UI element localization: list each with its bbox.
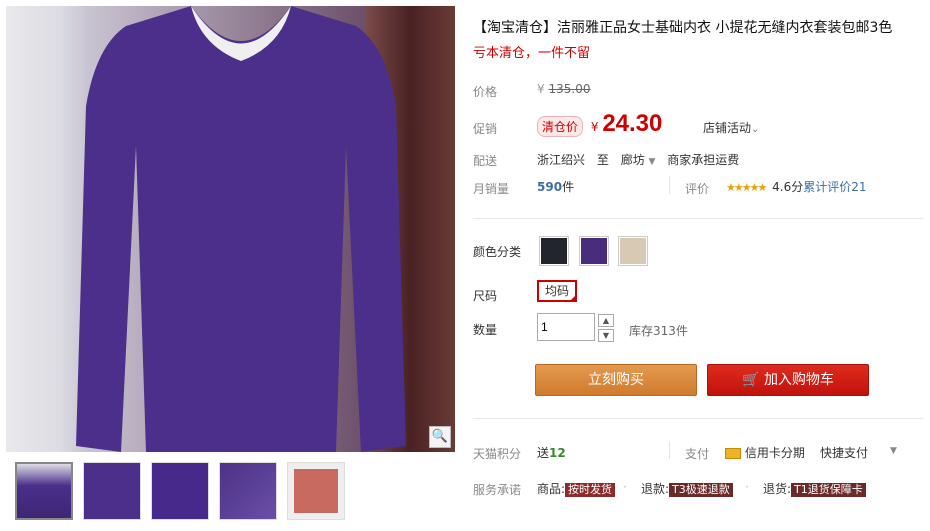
promo-row: 清仓价 ¥ 24.30 xyxy=(537,110,662,138)
store-activity-label: 店铺活动 xyxy=(703,121,752,135)
product-title: 【淘宝清仓】洁丽雅正品女士基础内衣 小提花无缝内衣套装包邮3色 xyxy=(473,20,893,36)
color-option-black[interactable] xyxy=(539,236,569,266)
promo-price: 24.30 xyxy=(602,110,663,137)
add-to-cart-button[interactable]: 🛒 加入购物车 xyxy=(707,364,869,396)
triangle-down-icon: ▼ xyxy=(648,157,656,167)
size-label: 尺码 xyxy=(473,289,498,303)
main-product-image[interactable]: 🔍 xyxy=(6,6,455,452)
product-subtitle: 亏本清仓，一件不留 xyxy=(473,46,591,61)
store-activity-dropdown[interactable]: 店铺活动⌄ xyxy=(703,119,759,136)
shipping-note: 商家承担运费 xyxy=(667,153,740,167)
chevron-down-icon: ⌄ xyxy=(751,124,760,135)
points-text: 送 xyxy=(537,446,550,460)
review-summary[interactable]: ★★★★★ 4.6分累计评价21 xyxy=(726,178,867,195)
triangle-down-icon[interactable]: ▼ xyxy=(890,446,897,456)
star-rating-icon: ★★★★★ xyxy=(726,181,767,194)
selected-check-icon xyxy=(569,294,577,302)
quantity-increase-button[interactable]: ▲ xyxy=(598,314,614,327)
stock-text: 库存313件 xyxy=(629,324,688,338)
service-prefix: 商品: xyxy=(537,482,566,496)
delivery-destination-select[interactable]: 廊坊 ▼ xyxy=(621,153,656,167)
service-badge: 按时发货 xyxy=(565,483,616,497)
quick-pay[interactable]: 快捷支付 xyxy=(820,444,868,461)
original-price: ¥ 135.00 xyxy=(537,82,590,96)
service-item-goods[interactable]: 商品: 按时发货 xyxy=(537,480,616,497)
credit-card-icon xyxy=(725,448,741,459)
points-row: 送12 xyxy=(537,444,566,461)
color-option-purple[interactable] xyxy=(579,236,609,266)
thumbnail-3[interactable] xyxy=(151,462,209,520)
service-prefix: 退款: xyxy=(641,482,670,496)
thumbnail-4[interactable] xyxy=(219,462,277,520)
color-label: 颜色分类 xyxy=(473,245,522,259)
price-label: 价格 xyxy=(473,85,498,99)
delivery-destination: 廊坊 xyxy=(620,153,645,167)
review-label: 评价 xyxy=(685,182,710,196)
points-value: 12 xyxy=(549,446,566,460)
delivery-row: 浙江绍兴 至 廊坊 ▼ 商家承担运费 xyxy=(537,151,739,168)
points-label: 天猫积分 xyxy=(473,447,522,461)
size-option-label: 均码 xyxy=(544,284,569,298)
service-badge: T1退货保障卡 xyxy=(791,483,866,497)
service-label: 服务承诺 xyxy=(473,483,522,497)
divider xyxy=(473,218,923,219)
quick-pay-label: 快捷支付 xyxy=(820,446,869,460)
points-divider xyxy=(669,441,670,459)
divider xyxy=(473,418,923,419)
cart-icon: 🛒 xyxy=(742,372,760,388)
original-price-value: 135.00 xyxy=(548,82,591,96)
promo-label: 促销 xyxy=(473,122,498,136)
pay-label: 支付 xyxy=(685,447,710,461)
color-option-beige[interactable] xyxy=(618,236,648,266)
credit-installment-label: 信用卡分期 xyxy=(744,446,805,460)
review-score: 4.6分 xyxy=(772,180,804,194)
thumbnail-1[interactable] xyxy=(15,462,73,520)
sales-label: 月销量 xyxy=(473,182,510,196)
service-badge: T3极速退款 xyxy=(669,483,733,497)
sales-unit: 件 xyxy=(562,180,575,194)
service-separator: · xyxy=(745,480,749,494)
delivery-from: 浙江绍兴 xyxy=(537,153,586,167)
add-to-cart-label: 加入购物车 xyxy=(763,372,834,388)
service-item-refund[interactable]: 退款: T3极速退款 xyxy=(641,480,733,497)
currency-symbol: ¥ xyxy=(537,82,545,96)
sales-divider xyxy=(669,176,670,194)
thumbnail-2[interactable] xyxy=(83,462,141,520)
thumbnail-5[interactable] xyxy=(287,462,345,520)
review-total: 累计评价21 xyxy=(803,180,867,194)
clearance-tag: 清仓价 xyxy=(537,116,584,137)
quantity-input[interactable] xyxy=(537,313,595,341)
service-item-return[interactable]: 退货: T1退货保障卡 xyxy=(763,480,866,497)
zoom-icon[interactable]: 🔍 xyxy=(429,426,451,448)
quantity-decrease-button[interactable]: ▼ xyxy=(598,329,614,342)
sales-count: 590件 xyxy=(537,178,574,195)
buy-now-button[interactable]: 立刻购买 xyxy=(535,364,697,396)
quantity-label: 数量 xyxy=(473,323,498,337)
sales-count-value: 590 xyxy=(537,180,563,194)
service-prefix: 退货: xyxy=(763,482,792,496)
garment-illustration xyxy=(76,6,406,452)
size-option[interactable]: 均码 xyxy=(537,280,577,302)
delivery-label: 配送 xyxy=(473,154,498,168)
promo-currency: ¥ xyxy=(590,120,599,134)
delivery-to-word: 至 xyxy=(596,153,609,167)
credit-installment[interactable]: 信用卡分期 xyxy=(725,444,805,461)
service-separator: · xyxy=(623,480,627,494)
